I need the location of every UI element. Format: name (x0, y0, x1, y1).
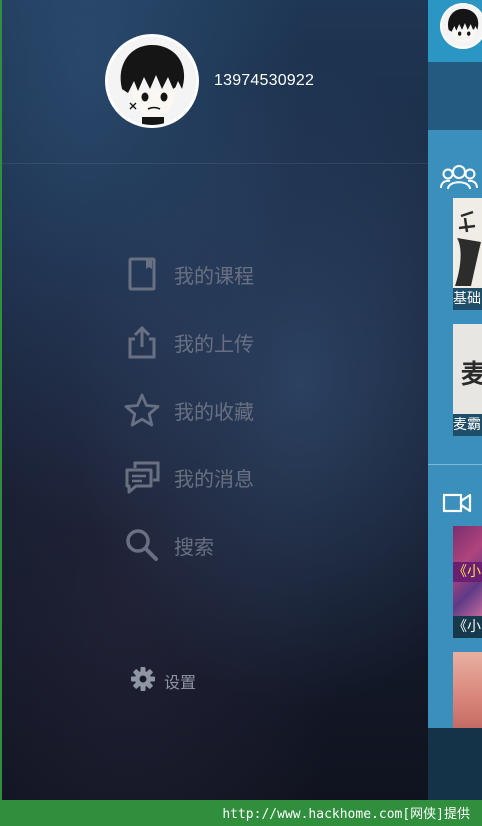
navigation-drawer: 13974530922 我的课程 我的上传 我的收藏 我的消息 搜索 设置 (2, 0, 428, 800)
thumbnail-text: 《小 (453, 562, 482, 582)
thumbnail-text: 麦 (461, 360, 482, 390)
course-caption: 基础 (453, 288, 482, 310)
book-icon (122, 254, 162, 294)
section-divider (428, 464, 482, 465)
avatar[interactable] (442, 5, 482, 47)
menu-item-label: 我的课程 (174, 263, 254, 288)
phone-number: 13974530922 (214, 72, 315, 89)
menu-item-label: 搜索 (174, 534, 214, 559)
settings-button[interactable]: 设置 (130, 666, 196, 696)
video-thumbnail[interactable]: 《小 (453, 526, 482, 616)
bottom-bar (428, 728, 482, 800)
menu-item-my-favorites[interactable]: 我的收藏 (122, 390, 342, 430)
main-content-peek[interactable]: 基础 麦 麦霸 《小 《小 (428, 0, 482, 800)
gear-icon (130, 666, 156, 696)
toolbar-band (428, 62, 482, 130)
menu-item-label: 我的消息 (174, 466, 254, 491)
menu-item-my-messages[interactable]: 我的消息 (122, 457, 342, 497)
settings-label: 设置 (164, 673, 197, 692)
course-thumbnail[interactable]: 麦 (453, 324, 482, 414)
video-camera-icon (442, 492, 472, 518)
avatar-illustration (108, 37, 196, 125)
menu-item-my-uploads[interactable]: 我的上传 (122, 322, 342, 362)
course-thumbnail[interactable] (453, 198, 482, 288)
course-caption: 麦霸 (453, 414, 482, 436)
star-icon (122, 390, 162, 430)
video-thumbnail[interactable] (453, 652, 482, 728)
video-caption: 《小 (453, 616, 482, 638)
message-icon (122, 457, 162, 497)
menu-item-search[interactable]: 搜索 (122, 525, 342, 565)
group-icon (440, 164, 478, 194)
search-icon (122, 525, 162, 565)
upload-icon (122, 322, 162, 362)
avatar[interactable] (108, 37, 196, 125)
menu-item-my-courses[interactable]: 我的课程 (122, 254, 342, 294)
header-divider (2, 163, 428, 164)
content-list: 基础 麦 麦霸 《小 《小 (428, 130, 482, 728)
menu-item-label: 我的收藏 (174, 399, 254, 424)
avatar-illustration (442, 5, 482, 47)
watermark-bar: http://www.hackhome.com[网侠]提供 (0, 800, 482, 826)
top-bar (428, 0, 482, 62)
watermark-text: http://www.hackhome.com[网侠]提供 (222, 807, 470, 822)
menu-item-label: 我的上传 (174, 331, 254, 356)
